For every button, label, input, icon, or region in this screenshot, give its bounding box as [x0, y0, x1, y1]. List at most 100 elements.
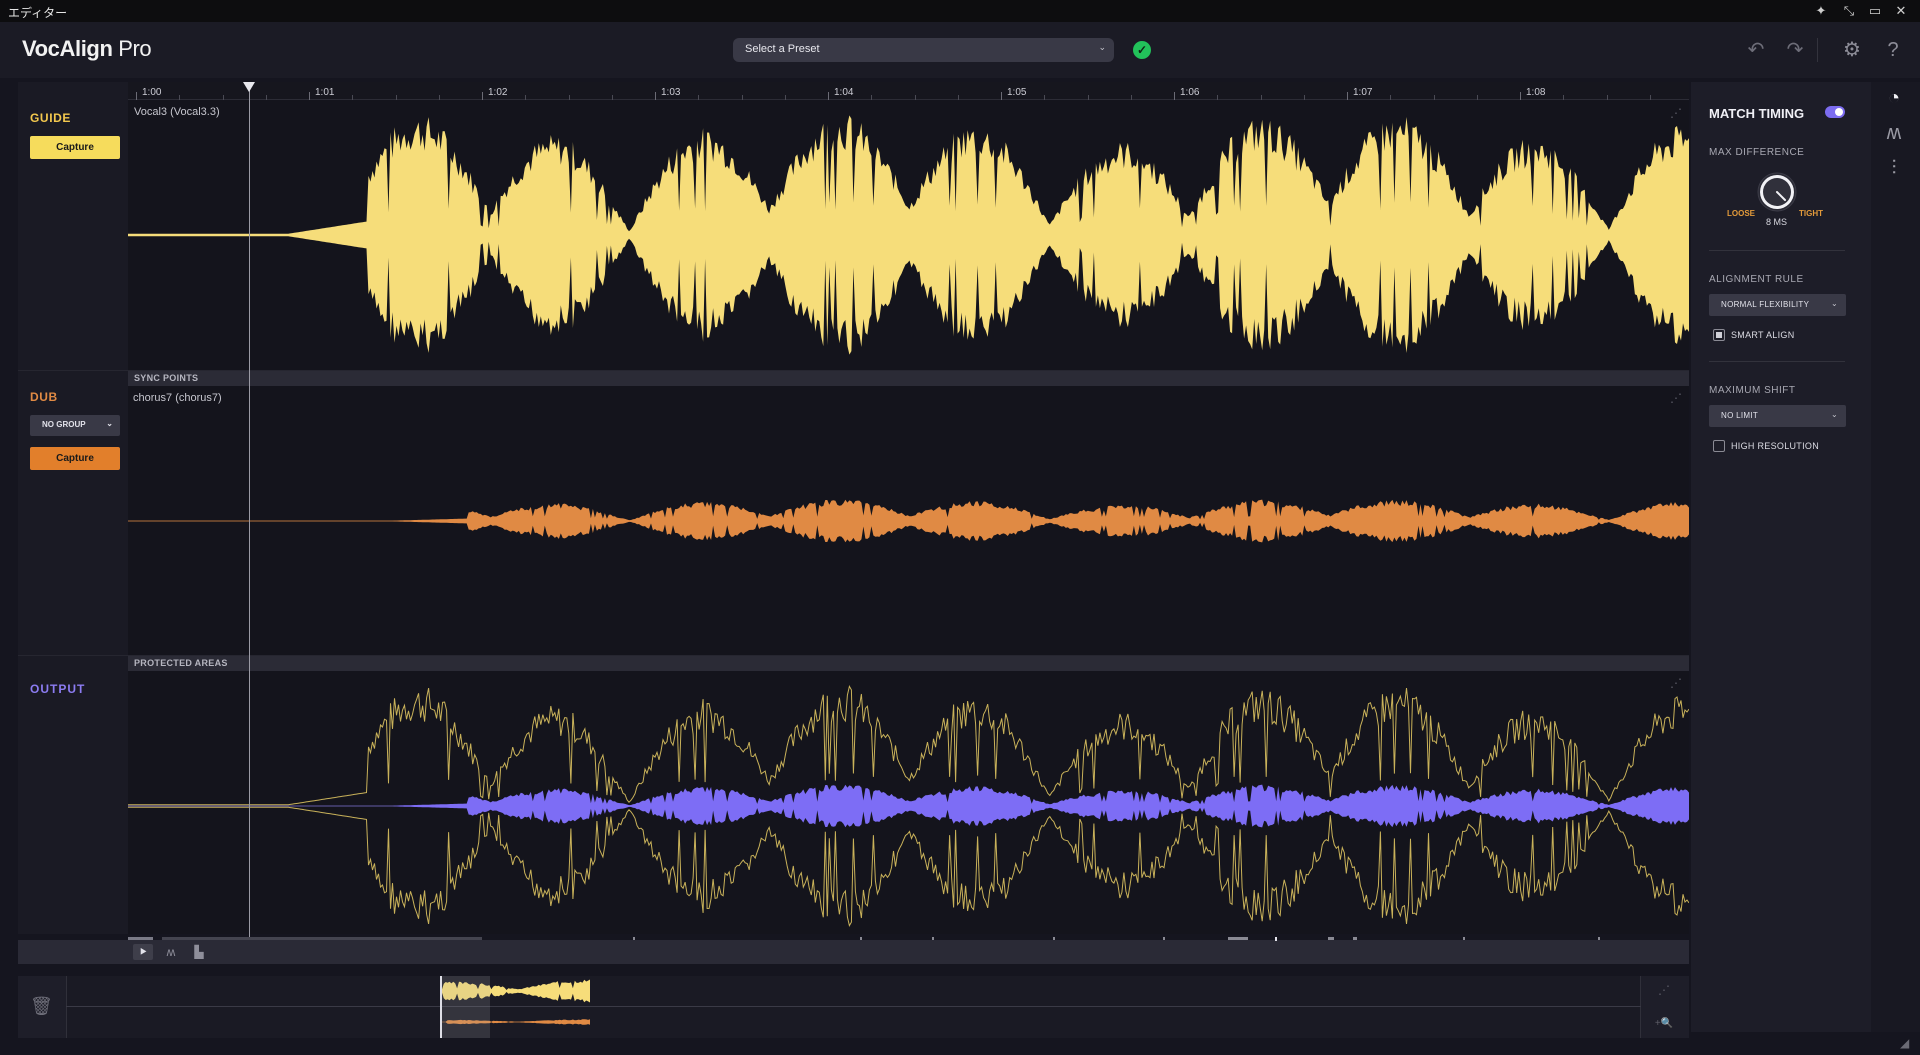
dub-section-label: DUB [30, 390, 58, 404]
waveform-shape [128, 784, 1689, 828]
preset-dropdown[interactable]: Select a Preset ⌄ [733, 38, 1114, 62]
match-timing-label: MATCH TIMING [1709, 106, 1805, 121]
timeline-minor-tick [1130, 95, 1132, 100]
max-difference-knob[interactable] [1753, 172, 1801, 220]
timeline-tick-label: 1:03 [661, 87, 681, 98]
timeline-minor-tick [525, 95, 527, 100]
panel-divider [1709, 361, 1845, 362]
timeline-tick-label: 1:00 [142, 87, 162, 98]
tight-label: TIGHT [1799, 209, 1823, 218]
pitch-mode-icon[interactable]: ʍ [161, 944, 181, 960]
close-icon[interactable]: ✕ [1892, 2, 1910, 20]
high-resolution-checkbox[interactable] [1713, 440, 1725, 452]
smart-align-label: SMART ALIGN [1731, 330, 1795, 340]
timing-clock-icon[interactable]: ◔ [1881, 85, 1907, 111]
level-mode-icon[interactable]: ▙ [189, 944, 209, 960]
bottom-toolbar [18, 940, 1689, 964]
timeline-minor-tick [568, 95, 570, 100]
window-title: エディター [8, 6, 68, 20]
maximum-shift-value: NO LIMIT [1721, 411, 1759, 420]
redo-icon[interactable]: ↷ [1782, 37, 1808, 63]
alignment-rule-label: ALIGNMENT RULE [1709, 274, 1804, 285]
timing-mode-icon[interactable]: ⯈ [133, 944, 153, 960]
timeline-minor-tick [1563, 95, 1565, 100]
overview-viewport-window[interactable] [440, 976, 490, 1038]
collapse-icon[interactable]: ⤡ [1840, 2, 1858, 20]
window-titlebar: エディター ✦ ⤡ ▭ ✕ [0, 0, 1920, 22]
timeline-minor-tick [222, 95, 224, 100]
timeline-minor-tick [179, 95, 181, 100]
timeline-minor-tick [352, 95, 354, 100]
timeline-minor-tick [1044, 95, 1046, 100]
timeline-minor-tick [1303, 95, 1305, 100]
timeline-minor-tick [1260, 95, 1262, 100]
chevron-down-icon: ⌄ [1830, 299, 1838, 308]
guide-section-label: GUIDE [30, 111, 72, 125]
timeline-ruler[interactable]: 1:00 1:01 1:02 1:03 1:04 1:05 1:06 1:07 1:08 [128, 82, 1689, 100]
guide-capture-button[interactable]: Capture [30, 136, 120, 159]
timeline-minor-tick [265, 95, 267, 100]
timeline-minor-tick [784, 95, 786, 100]
pin-icon[interactable]: ✦ [1812, 2, 1830, 20]
timeline-minor-tick [1087, 95, 1089, 100]
dub-group-label: NO GROUP [42, 420, 86, 429]
dub-group-dropdown[interactable]: NO GROUP ⌄ [30, 415, 120, 436]
timeline-minor-tick [741, 95, 743, 100]
sync-markers-track [128, 937, 1600, 941]
resize-grip-icon[interactable]: ◢ [1900, 1036, 1909, 1050]
chevron-down-icon: ⌄ [106, 419, 113, 428]
guide-waveform [128, 115, 1689, 355]
timeline-tick-label: 1:01 [315, 87, 335, 98]
smart-align-checkbox[interactable] [1713, 329, 1725, 341]
help-icon[interactable]: ? [1880, 37, 1906, 63]
restore-icon[interactable]: ▭ [1866, 2, 1884, 20]
timeline-minor-tick [1390, 95, 1392, 100]
knob-value: 8 MS [1766, 217, 1788, 227]
max-difference-label: MAX DIFFERENCE [1709, 147, 1805, 158]
zoom-icon[interactable]: +🔍 [1654, 1016, 1674, 1032]
timeline-major-tick [828, 92, 829, 100]
pitch-wave-icon[interactable]: ʍ [1881, 120, 1907, 146]
app-logo: VocAlign Pro [22, 36, 152, 61]
overview-options-icon[interactable]: ⋰ [1654, 982, 1674, 998]
timeline-major-tick [1001, 92, 1002, 100]
mixer-sliders-icon[interactable]: ⫶ [1881, 155, 1907, 181]
alignment-rule-value: NORMAL FLEXIBILITY [1721, 300, 1810, 309]
timeline-minor-tick [914, 95, 916, 100]
alignment-rule-dropdown[interactable]: NORMAL FLEXIBILITY ⌄ [1709, 294, 1846, 316]
timeline-major-tick [309, 92, 310, 100]
timeline-major-tick [655, 92, 656, 100]
trash-icon[interactable]: 🗑 [30, 996, 53, 1017]
timeline-minor-tick [1649, 95, 1651, 100]
undo-icon[interactable]: ↶ [1743, 37, 1769, 63]
loose-label: LOOSE [1727, 209, 1756, 218]
timeline-tick-label: 1:04 [834, 87, 854, 98]
sync-points-strip[interactable]: SYNC POINTS [128, 371, 1689, 386]
timeline-minor-tick [1217, 95, 1219, 100]
timeline-major-tick [1174, 92, 1175, 100]
vocalign-editor-window: エディター ✦ ⤡ ▭ ✕ VocAlign Pro Select a Pres… [0, 0, 1920, 1055]
protected-areas-strip[interactable]: PROTECTED AREAS [128, 656, 1689, 671]
match-timing-toggle[interactable] [1825, 106, 1845, 118]
guide-dub-divider [18, 370, 1689, 371]
playhead-marker[interactable] [243, 82, 255, 92]
timeline-major-tick [1347, 92, 1348, 100]
timeline-minor-tick [395, 95, 397, 100]
timeline-tick-label: 1:06 [1180, 87, 1200, 98]
output-waveform [128, 685, 1689, 927]
timeline-tick-label: 1:07 [1353, 87, 1373, 98]
maximum-shift-label: MAXIMUM SHIFT [1709, 385, 1796, 396]
gear-icon[interactable]: ⚙ [1839, 37, 1865, 63]
timeline-major-tick [1520, 92, 1521, 100]
preset-dropdown-label: Select a Preset [745, 43, 820, 55]
waveform-shape [128, 115, 1689, 355]
maximum-shift-dropdown[interactable]: NO LIMIT ⌄ [1709, 405, 1846, 427]
dub-capture-button[interactable]: Capture [30, 447, 120, 470]
chevron-down-icon: ⌄ [1830, 410, 1838, 419]
waveform-outline [128, 685, 1689, 806]
overview-track[interactable] [66, 976, 1641, 1038]
overview-divider [66, 1006, 1641, 1007]
header-divider [1817, 38, 1818, 62]
waveform-outline [128, 806, 1689, 927]
playhead-line[interactable] [249, 82, 250, 940]
